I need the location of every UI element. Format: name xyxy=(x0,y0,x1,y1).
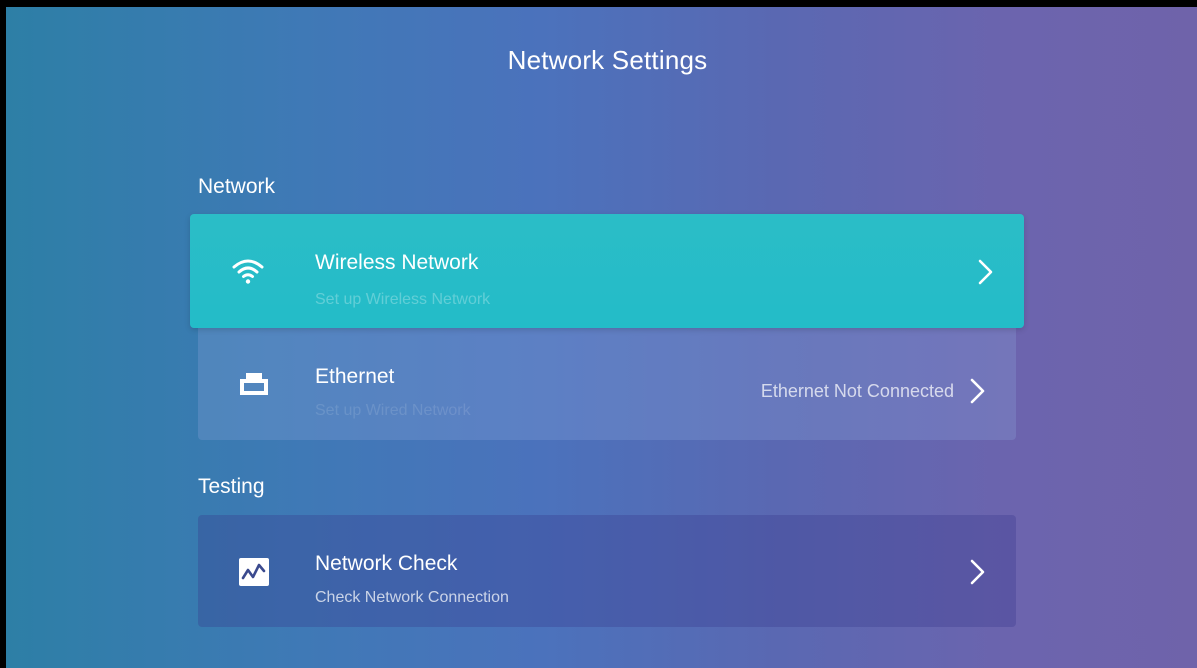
network-check-subtitle: Check Network Connection xyxy=(315,589,509,606)
ethernet-title: Ethernet xyxy=(315,365,395,388)
network-check-title: Network Check xyxy=(315,552,458,575)
network-check-icon xyxy=(234,552,274,592)
chevron-right-icon xyxy=(966,557,990,587)
page-title: Network Settings xyxy=(507,45,708,75)
section-label-testing: Testing xyxy=(198,475,265,498)
network-settings-screen: Network Settings Network Ethernet Set up… xyxy=(6,7,1197,668)
section-label-network: Network xyxy=(198,175,276,198)
ethernet-subtitle: Set up Wired Network xyxy=(315,402,471,419)
wifi-icon xyxy=(228,251,268,291)
wireless-network-subtitle: Set up Wireless Network xyxy=(315,291,491,308)
network-check-item[interactable]: Network Check Check Network Connection xyxy=(198,515,1016,627)
ethernet-item[interactable]: Ethernet Set up Wired Network Ethernet N… xyxy=(198,328,1016,440)
wireless-network-title: Wireless Network xyxy=(315,251,479,274)
wireless-network-item[interactable]: Wireless Network Set up Wireless Network xyxy=(190,214,1024,328)
chevron-right-icon xyxy=(966,376,990,406)
ethernet-icon xyxy=(234,364,274,404)
chevron-right-icon xyxy=(974,257,998,287)
ethernet-status: Ethernet Not Connected xyxy=(760,381,954,401)
